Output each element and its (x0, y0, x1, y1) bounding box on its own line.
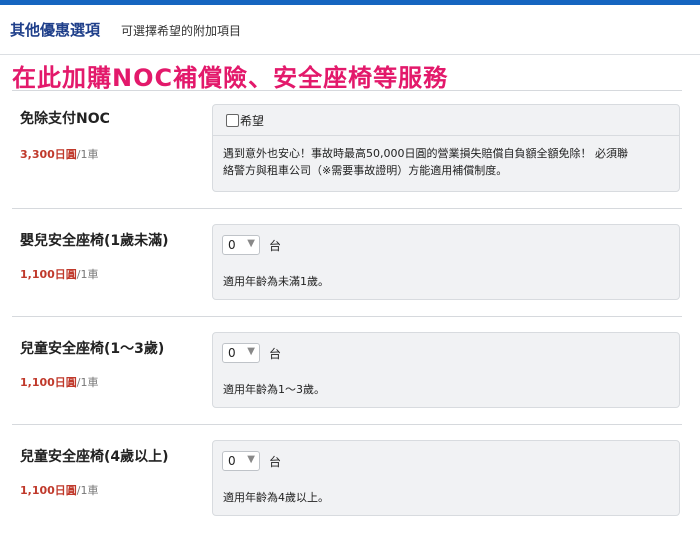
checkbox-row[interactable]: 希望 (213, 105, 679, 136)
price-amount: 1,100日圓 (20, 484, 77, 497)
option-description: 適用年齡為未滿1歲。 (223, 275, 329, 288)
option-panel: 0 ▼ 台 適用年齡為未滿1歲。 (212, 224, 680, 300)
option-child-seat-1-3: 兒童安全座椅(1～3歲) 1,100日圓/1車 0 ▼ 台 適用年齡為1～3歲。 (0, 316, 700, 424)
page-title: 其他優惠選項 (10, 21, 101, 39)
chevron-down-icon: ▼ (247, 454, 255, 465)
quantity-unit: 台 (269, 347, 282, 361)
quantity-value: 0 (228, 346, 236, 360)
option-panel: 0 ▼ 台 適用年齡為4歲以上。 (212, 440, 680, 516)
quantity-select[interactable]: 0 ▼ (222, 343, 260, 363)
price-unit: /1車 (76, 148, 99, 161)
option-price: 3,300日圓/1車 (20, 146, 99, 162)
checkbox-label[interactable]: 希望 (240, 112, 264, 129)
chevron-down-icon: ▼ (247, 238, 255, 249)
option-price: 1,100日圓/1車 (20, 266, 99, 282)
price-amount: 1,100日圓 (20, 268, 77, 281)
chevron-down-icon: ▼ (247, 346, 255, 357)
option-child-seat-4-plus: 兒童安全座椅(4歲以上) 1,100日圓/1車 0 ▼ 台 適用年齡為4歲以上。 (0, 424, 700, 532)
quantity-value: 0 (228, 238, 236, 252)
option-description: 適用年齡為4歲以上。 (223, 491, 329, 504)
option-panel: 希望 遇到意外也安心！事故時最高50,000日圓的營業損失賠償自負額全額免除！ … (212, 104, 680, 192)
option-name: 兒童安全座椅(1～3歲) (20, 341, 165, 357)
price-unit: /1車 (76, 376, 99, 389)
price-unit: /1車 (76, 484, 99, 497)
option-noc: 免除支付NOC 3,300日圓/1車 希望 遇到意外也安心！事故時最高50,00… (0, 90, 700, 208)
quantity-select[interactable]: 0 ▼ (222, 451, 260, 471)
option-name: 兒童安全座椅(4歲以上) (20, 449, 169, 465)
option-description: 適用年齡為1～3歲。 (223, 383, 325, 396)
price-amount: 3,300日圓 (20, 148, 77, 161)
page-subtitle: 可選擇希望的附加項目 (121, 24, 242, 38)
quantity-select[interactable]: 0 ▼ (222, 235, 260, 255)
option-name: 免除支付NOC (20, 111, 110, 127)
wish-checkbox[interactable] (226, 114, 239, 127)
option-panel: 0 ▼ 台 適用年齡為1～3歲。 (212, 332, 680, 408)
option-price: 1,100日圓/1車 (20, 374, 99, 390)
price-unit: /1車 (76, 268, 99, 281)
option-name: 嬰兒安全座椅(1歲未滿) (20, 233, 169, 249)
option-price: 1,100日圓/1車 (20, 482, 99, 498)
options-page: 其他優惠選項 可選擇希望的附加項目 在此加購NOC補償險、安全座椅等服務 免除支… (0, 0, 700, 535)
option-description: 遇到意外也安心！事故時最高50,000日圓的營業損失賠償自負額全額免除！ 必須聯… (223, 145, 669, 179)
quantity-value: 0 (228, 454, 236, 468)
quantity-unit: 台 (269, 455, 282, 469)
quantity-unit: 台 (269, 239, 282, 253)
description-line: 絡警方與租車公司（※需要事故證明）方能適用補償制度。 (223, 164, 508, 177)
section-header: 其他優惠選項 可選擇希望的附加項目 (0, 5, 700, 55)
promo-banner: 在此加購NOC補償險、安全座椅等服務 (12, 64, 449, 92)
description-line: 遇到意外也安心！事故時最高50,000日圓的營業損失賠償自負額全額免除！ 必須聯 (223, 147, 628, 160)
option-baby-seat: 嬰兒安全座椅(1歲未滿) 1,100日圓/1車 0 ▼ 台 適用年齡為未滿1歲。 (0, 208, 700, 316)
price-amount: 1,100日圓 (20, 376, 77, 389)
